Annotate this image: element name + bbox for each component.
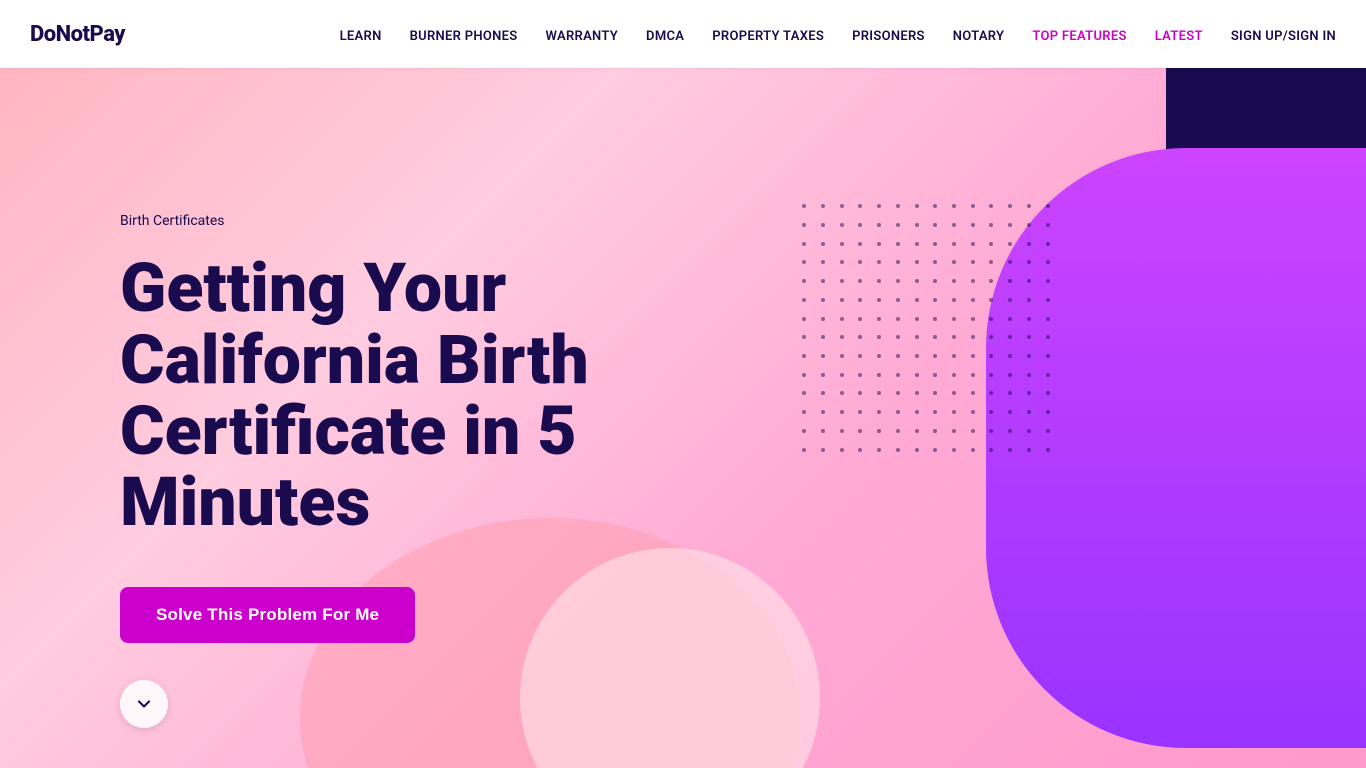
scroll-down-button[interactable] (120, 680, 168, 728)
hero-title: Getting Your California Birth Certificat… (120, 253, 820, 539)
breadcrumb: Birth Certificates (120, 213, 1246, 229)
nav-latest[interactable]: LATEST (1155, 29, 1203, 44)
nav-signin[interactable]: SIGN UP/SIGN IN (1231, 29, 1336, 44)
nav-learn[interactable]: LEARN (340, 29, 382, 44)
nav-prisoners[interactable]: PRISONERS (852, 29, 925, 44)
navbar: DoNotPay LEARN BURNER PHONES WARRANTY DM… (0, 0, 1366, 68)
nav-top-features[interactable]: TOP FEATURES (1032, 29, 1126, 44)
cta-button[interactable]: Solve This Problem For Me (120, 587, 415, 643)
nav-burner-phones[interactable]: BURNER PHONES (410, 29, 518, 44)
nav-dmca[interactable]: DMCA (646, 29, 684, 44)
chevron-down-icon (134, 694, 154, 714)
hero-section: Birth Certificates Getting Your Californ… (0, 68, 1366, 768)
nav-property-taxes[interactable]: PROPERTY TAXES (712, 29, 824, 44)
nav-warranty[interactable]: WARRANTY (546, 29, 619, 44)
hero-content: Birth Certificates Getting Your Californ… (0, 68, 1366, 768)
nav-links: LEARN BURNER PHONES WARRANTY DMCA PROPER… (340, 25, 1336, 44)
nav-notary[interactable]: NOTARY (953, 29, 1005, 44)
logo[interactable]: DoNotPay (30, 22, 125, 47)
